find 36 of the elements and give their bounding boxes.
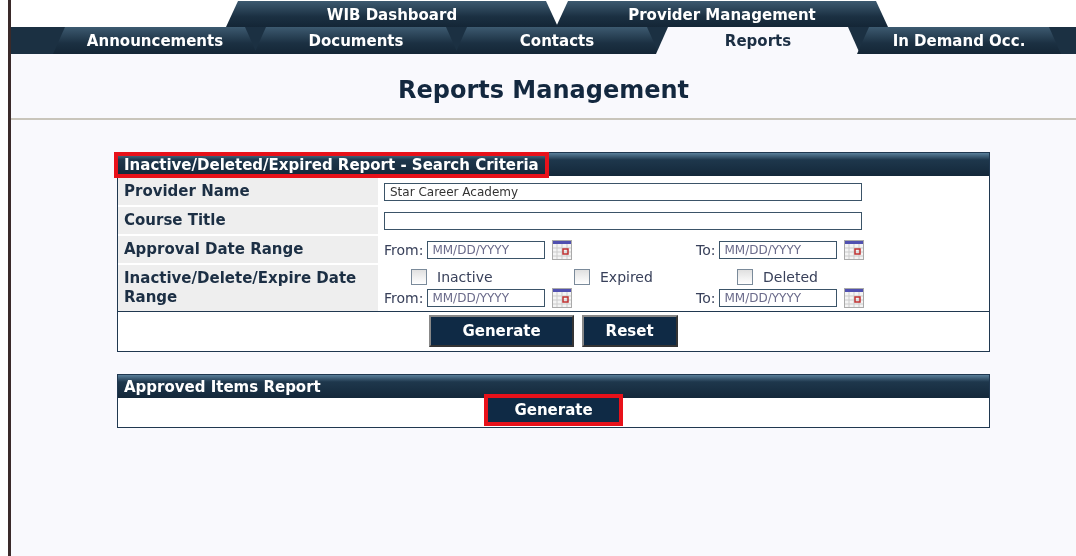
calendar-icon[interactable] [844, 239, 865, 260]
calendar-icon[interactable] [844, 287, 865, 308]
checkbox[interactable] [411, 268, 427, 285]
panel-title: Approved Items Report [123, 377, 322, 396]
action-button[interactable]: Generate [429, 315, 574, 347]
date-field[interactable]: MM/DD/YYYY [719, 240, 838, 259]
checkbox-label: Inactive [437, 268, 493, 285]
text-field[interactable]: Star Career Academy [384, 182, 862, 201]
tab[interactable]: In Demand Occ. [857, 27, 1061, 54]
date-label: To: [696, 241, 716, 258]
text-field[interactable] [384, 211, 862, 230]
tab[interactable]: Reports [656, 27, 860, 54]
field-label: Approval Date Range [118, 236, 378, 263]
date-label: From: [384, 289, 424, 306]
date-field[interactable]: MM/DD/YYYY [427, 288, 546, 307]
action-button[interactable]: Generate [484, 394, 623, 426]
tab[interactable]: Announcements [53, 27, 257, 54]
date-label: From: [384, 241, 424, 258]
page-title: Reports Management [11, 54, 1076, 120]
tab[interactable]: WIB Dashboard [226, 1, 558, 27]
checkbox[interactable] [574, 268, 590, 285]
checkbox[interactable] [737, 268, 753, 285]
checkbox-label: Expired [600, 268, 653, 285]
date-label: To: [696, 289, 716, 306]
tab[interactable]: Documents [254, 27, 458, 54]
date-field[interactable]: MM/DD/YYYY [427, 240, 546, 259]
action-button[interactable]: Reset [581, 315, 678, 347]
calendar-icon[interactable] [552, 287, 573, 308]
field-label: Inactive/Delete/Expire Date Range [118, 265, 378, 311]
date-field[interactable]: MM/DD/YYYY [719, 288, 838, 307]
tab[interactable]: Provider Management [556, 1, 888, 27]
tab[interactable]: Contacts [455, 27, 659, 54]
calendar-icon[interactable] [552, 239, 573, 260]
checkbox-label: Deleted [763, 268, 818, 285]
field-label: Course Title [118, 207, 378, 234]
field-label: Provider Name [118, 178, 378, 205]
